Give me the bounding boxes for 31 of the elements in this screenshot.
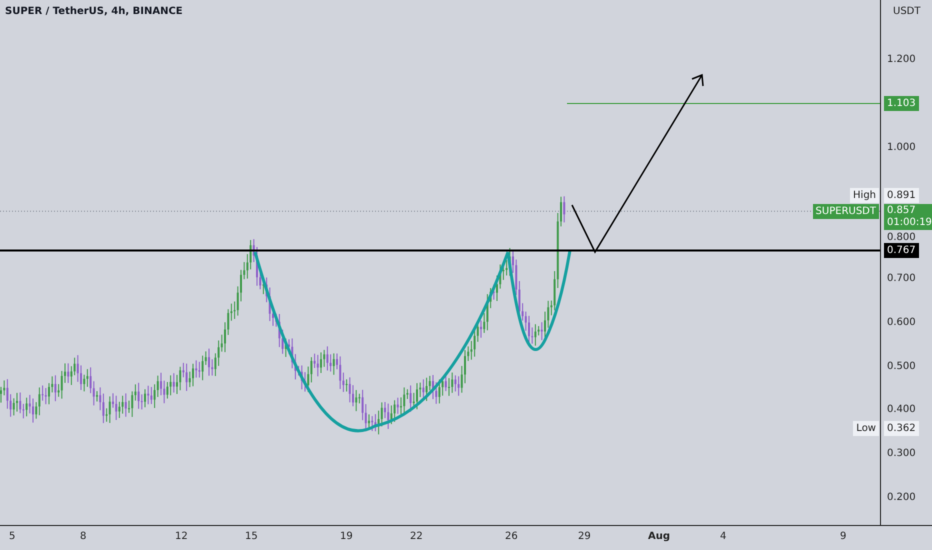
price-tick-label: 0.700 <box>887 273 916 284</box>
price-tick-label: 0.600 <box>887 317 916 328</box>
price-tick-label: 0.200 <box>887 492 916 503</box>
last-price: 0.857 <box>887 205 917 217</box>
price-tick-label: 0.300 <box>887 448 916 459</box>
time-tick-label: 22 <box>410 531 423 542</box>
low-price-tag: 0.362 <box>884 421 919 436</box>
time-tick-label: 5 <box>9 531 16 542</box>
target-price-tag: 1.103 <box>884 96 919 111</box>
price-tick-label: 0.800 <box>887 232 916 243</box>
low-label: Low <box>853 421 879 436</box>
price-tick-label: 1.000 <box>887 142 916 153</box>
time-tick-label: 19 <box>340 531 353 542</box>
time-tick-label: 12 <box>175 531 188 542</box>
resistance-price-tag: 0.767 <box>884 243 919 258</box>
price-tick-label: 0.500 <box>887 361 916 372</box>
chart-title: SUPER / TetherUS, 4h, BINANCE <box>5 6 183 17</box>
price-tick-label: 1.200 <box>887 54 916 65</box>
time-tick-label: 9 <box>840 531 846 542</box>
time-tick-label: 15 <box>245 531 258 542</box>
time-tick-label: 8 <box>80 531 86 542</box>
countdown: 01:00:19 <box>887 217 932 229</box>
time-tick-label: 26 <box>505 531 518 542</box>
high-label: High <box>850 188 879 203</box>
unit-label: USDT <box>893 6 920 17</box>
symbol-label: SUPERUSDT <box>812 204 879 219</box>
high-price-tag: 0.891 <box>884 188 919 203</box>
time-tick-label: 4 <box>720 531 726 542</box>
time-tick-label: 29 <box>578 531 591 542</box>
price-tick-label: 0.400 <box>887 404 916 415</box>
time-tick-label: Aug <box>648 531 670 542</box>
